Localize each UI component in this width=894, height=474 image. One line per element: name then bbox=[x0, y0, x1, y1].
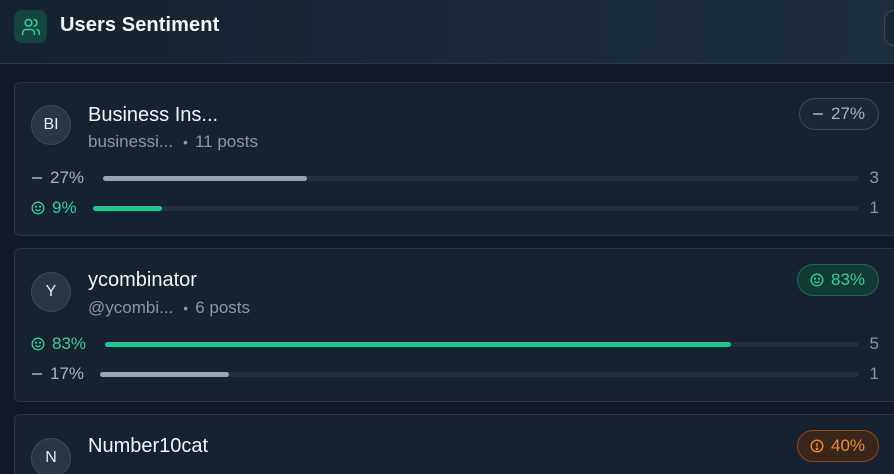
user-handle: businessi... bbox=[88, 132, 174, 151]
smile-icon bbox=[31, 337, 45, 351]
row-count: 1 bbox=[869, 364, 879, 383]
user-handle: @ycombi... bbox=[88, 298, 174, 317]
sentiment-bar-track bbox=[105, 342, 859, 347]
avatar: BI bbox=[31, 105, 71, 145]
separator-dot: • bbox=[183, 300, 189, 316]
users-icon bbox=[14, 10, 47, 43]
badge-percent: 83% bbox=[831, 270, 866, 289]
row-percent: 83% bbox=[52, 334, 87, 353]
smile-icon bbox=[31, 201, 45, 215]
sentiment-bar-track bbox=[93, 206, 859, 211]
header-action-button[interactable] bbox=[884, 10, 894, 46]
user-name: ycombinator bbox=[88, 269, 197, 291]
row-percent: 17% bbox=[50, 364, 85, 383]
sentiment-row-label: 17% bbox=[31, 364, 84, 384]
row-count: 5 bbox=[869, 334, 879, 353]
row-count: 3 bbox=[869, 168, 879, 187]
row-percent: 9% bbox=[52, 198, 77, 217]
user-card[interactable]: N Number10cat 40% bbox=[14, 414, 894, 474]
user-meta: @ycombi... • 6 posts bbox=[88, 298, 250, 318]
user-card[interactable]: BI Business Ins... businessi... • 11 posts… bbox=[14, 82, 894, 236]
sentiment-bar-fill bbox=[93, 206, 162, 211]
sentiment-row-label: 27% bbox=[31, 168, 84, 188]
alert-circle-icon bbox=[810, 439, 824, 453]
sentiment-row-label: 9% bbox=[31, 198, 77, 218]
post-count: 11 posts bbox=[194, 132, 258, 151]
badge-percent: 40% bbox=[831, 436, 866, 455]
minus-icon bbox=[812, 108, 824, 120]
sentiment-badge: 83% bbox=[797, 264, 879, 296]
sentiment-bar-track bbox=[103, 176, 859, 181]
user-name: Business Ins... bbox=[88, 104, 219, 126]
sentiment-bar-track bbox=[100, 372, 859, 377]
sentiment-bar-fill bbox=[105, 342, 731, 347]
separator-dot: • bbox=[183, 134, 188, 150]
smile-icon bbox=[810, 273, 824, 287]
sentiment-row-label: 83% bbox=[31, 334, 86, 354]
sentiment-bar-fill bbox=[100, 372, 229, 377]
row-count: 1 bbox=[869, 198, 879, 217]
avatar: Y bbox=[31, 272, 71, 312]
avatar: N bbox=[31, 438, 71, 474]
sentiment-badge: 27% bbox=[799, 98, 879, 130]
post-count: 6 posts bbox=[195, 298, 250, 317]
user-card[interactable]: Y ycombinator @ycombi... • 6 posts 83% 83%… bbox=[14, 248, 894, 402]
user-name: Number10cat bbox=[88, 435, 209, 457]
user-meta: businessi... • 11 posts bbox=[88, 132, 258, 152]
page-title: Users Sentiment bbox=[60, 14, 220, 36]
row-percent: 27% bbox=[50, 168, 85, 187]
panel-header: Users Sentiment bbox=[0, 0, 894, 64]
sentiment-badge: 40% bbox=[797, 430, 879, 462]
badge-percent: 27% bbox=[831, 104, 866, 123]
minus-icon bbox=[31, 172, 43, 184]
sentiment-bar-fill bbox=[103, 176, 307, 181]
minus-icon bbox=[31, 368, 43, 380]
